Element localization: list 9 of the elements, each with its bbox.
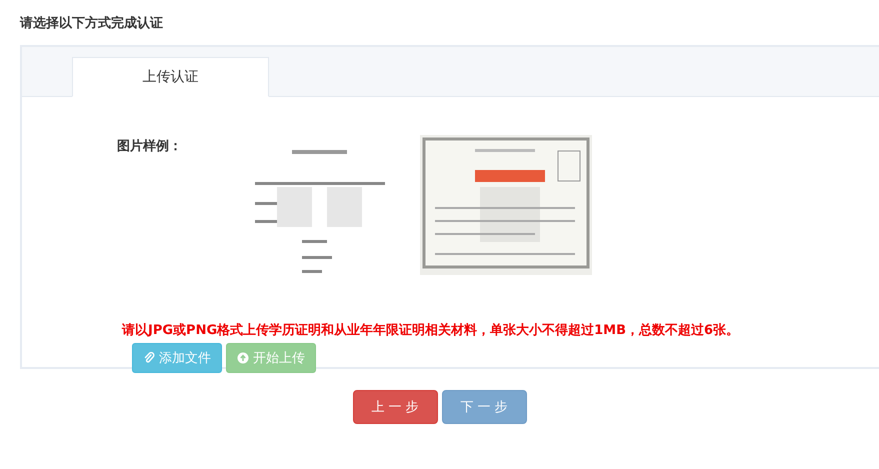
paperclip-icon (143, 352, 155, 364)
section-heading: 请选择以下方式完成认证 (20, 15, 164, 33)
upload-notice: 请以JPG或PNG格式上传学历证明和从业年年限证明相关材料，单张大小不得超过1MB，总数不超过6张。 (122, 322, 740, 339)
tab[interactable]: 上传认证 (72, 57, 269, 97)
add-file-button[interactable]: 添加文件 (132, 343, 222, 373)
next-step-button[interactable]: 下 一 步 (442, 390, 526, 424)
upload-icon (237, 352, 249, 364)
previous-step-button[interactable]: 上 一 步 (352, 390, 438, 424)
sample-label: 图片样例： (117, 138, 183, 156)
